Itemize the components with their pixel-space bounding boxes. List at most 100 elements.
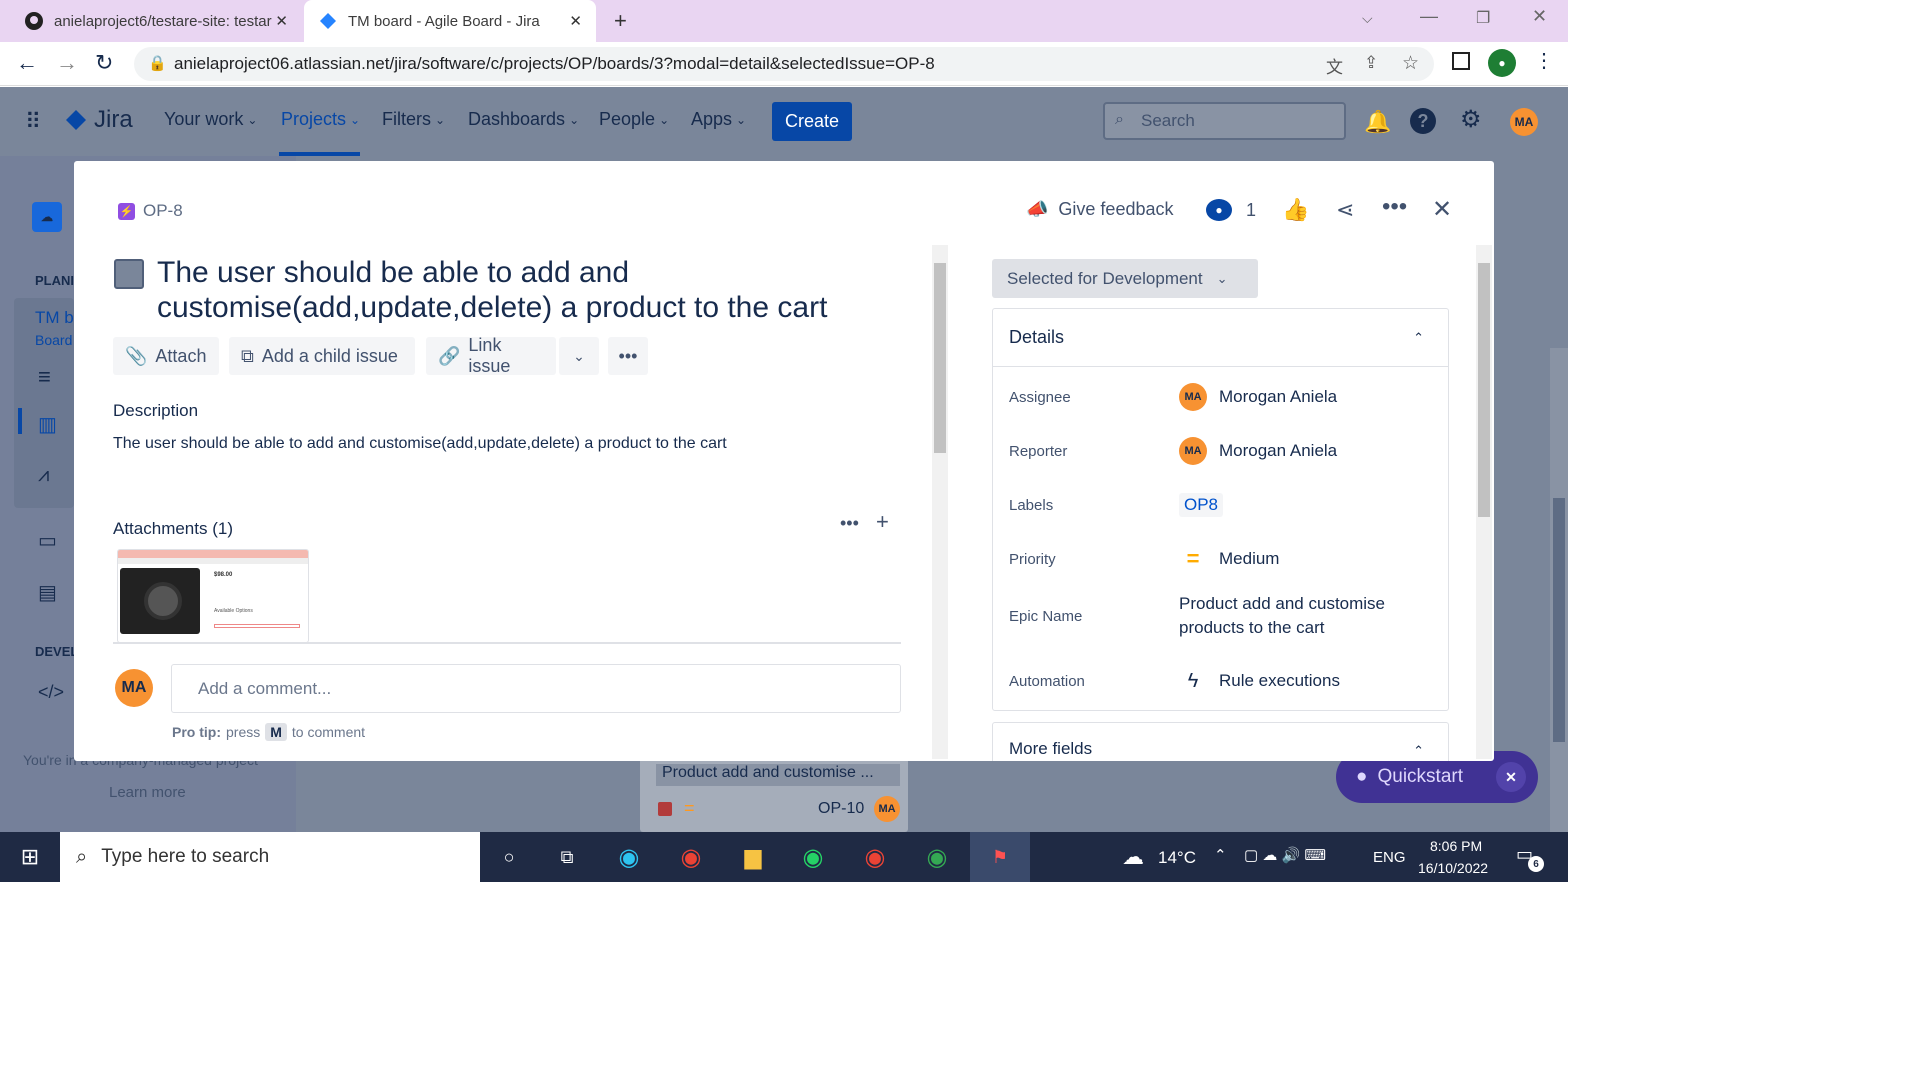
thumb-price: $98.00 (214, 572, 233, 578)
nav-filters[interactable]: Filters ⌄ (382, 109, 445, 130)
nav-dashboards[interactable]: Dashboards ⌄ (468, 109, 579, 130)
reload-icon[interactable]: ↻ (95, 50, 113, 76)
more-fields-header[interactable]: More fields ⌃ (992, 722, 1449, 761)
whatsapp-icon[interactable]: ◉ (798, 842, 828, 872)
menu-icon[interactable]: ⋮ (1534, 48, 1554, 73)
share-icon[interactable]: ⇪ (1364, 53, 1378, 73)
language[interactable]: ENG (1373, 849, 1406, 866)
file-explorer-icon[interactable]: ▆ (738, 842, 768, 872)
edge-icon[interactable]: ◉ (614, 842, 644, 872)
link-issue-button[interactable]: 🔗 Link issue (426, 335, 556, 376)
tab-jira[interactable]: TM board - Agile Board - Jira ✕ (304, 0, 596, 42)
task-view-icon[interactable]: ⧉ (552, 842, 582, 872)
project-name[interactable]: TM b (35, 308, 74, 328)
notifications-icon[interactable]: 🔔 (1364, 109, 1391, 135)
chevron-down-icon[interactable]: ⌵ (1362, 10, 1373, 27)
nav-projects[interactable]: Projects ⌄ (281, 109, 360, 130)
add-child-issue-button[interactable]: ⧉ Add a child issue (229, 337, 415, 375)
comment-input[interactable]: Add a comment... (171, 664, 901, 713)
priority-text: Medium (1219, 549, 1280, 568)
issue-key: OP-8 (143, 201, 183, 220)
url-input[interactable]: 🔒 anielaproject06.atlassian.net/jira/sof… (134, 47, 1434, 81)
weather-icon[interactable]: ☁ (1118, 842, 1148, 872)
attach-button[interactable]: 📎 Attach (113, 337, 219, 375)
issue-title[interactable]: The user should be able to add and custo… (157, 255, 857, 325)
notifications-center[interactable]: ▭ 6 (1516, 844, 1544, 872)
issues-icon[interactable]: ▭ (38, 528, 57, 553)
user-avatar[interactable]: MA (1510, 108, 1538, 136)
clock-time[interactable]: 8:06 PM (1430, 838, 1482, 854)
close-icon[interactable]: ✕ (569, 12, 582, 30)
sidepanel-icon[interactable] (1452, 52, 1470, 70)
page-scrollbar[interactable] (1550, 348, 1568, 832)
details-scrollbar[interactable] (1476, 245, 1492, 759)
forward-icon[interactable]: → (56, 50, 78, 76)
taskbar-search-input[interactable]: ⌕ Type here to search (60, 832, 480, 882)
bug-icon (658, 802, 672, 816)
cortana-icon[interactable]: ○ (494, 842, 524, 872)
board-card[interactable]: Product add and customise ... = OP-10 MA (640, 756, 908, 832)
watch-button[interactable]: ● 1 (1206, 199, 1256, 221)
reports-icon[interactable]: ⩘ (38, 464, 49, 487)
assignee-value[interactable]: MA Morogan Aniela (1179, 383, 1337, 411)
clock-date[interactable]: 16/10/2022 (1418, 860, 1488, 876)
star-icon[interactable]: ☆ (1402, 52, 1419, 75)
chrome-icon[interactable]: ◉ (676, 842, 706, 872)
automation-value[interactable]: ϟ Rule executions (1179, 670, 1340, 693)
share-icon[interactable]: ⋖ (1336, 197, 1354, 223)
main-scrollbar[interactable] (932, 245, 948, 759)
issue-key-breadcrumb[interactable]: ⚡ OP-8 (118, 201, 183, 221)
help-icon[interactable]: ? (1410, 108, 1436, 134)
tray-chevron-icon[interactable]: ⌃ (1214, 846, 1227, 864)
code-icon[interactable]: </> (38, 682, 64, 703)
attachment-thumbnail[interactable]: $98.00 Available Options (117, 549, 309, 643)
tab-title: TM board - Agile Board - Jira (348, 12, 540, 30)
priority-medium-icon: = (684, 798, 695, 818)
chrome-profile-icon[interactable]: ◉ (860, 842, 890, 872)
link-dropdown-button[interactable]: ⌄ (559, 337, 599, 375)
restore-icon[interactable]: ❐ (1476, 8, 1490, 28)
active-indicator (18, 408, 22, 434)
nav-people[interactable]: People ⌄ (599, 109, 669, 130)
close-icon[interactable]: ✕ (1496, 762, 1526, 792)
label-tag[interactable]: OP8 (1179, 493, 1224, 517)
jira-logo[interactable]: Jira (64, 106, 133, 134)
window-close-icon[interactable]: ✕ (1532, 6, 1547, 27)
translate-icon[interactable]: ⽂ (1326, 53, 1343, 78)
windows-start-icon[interactable]: ⊞ (15, 842, 45, 872)
nav-your-work[interactable]: Your work ⌄ (164, 109, 257, 130)
profile-icon[interactable]: ● (1488, 49, 1516, 77)
details-header[interactable]: Details ⌃ (993, 309, 1448, 367)
timeline-icon[interactable]: ≡ (38, 364, 51, 390)
search-input[interactable]: ⌕ Search (1103, 102, 1346, 140)
add-attachment-icon[interactable]: + (876, 509, 889, 535)
thumbs-up-icon[interactable]: 👍 (1282, 197, 1309, 223)
learn-more-link[interactable]: Learn more (109, 784, 186, 801)
more-button[interactable]: ••• (608, 337, 648, 375)
active-app-highlight[interactable]: ⚑ (970, 832, 1030, 882)
issue-type-placeholder-icon (114, 259, 144, 289)
create-button[interactable]: Create (772, 102, 852, 141)
reporter-value[interactable]: MA Morogan Aniela (1179, 437, 1337, 465)
new-tab-icon[interactable]: + (614, 8, 627, 34)
status-dropdown[interactable]: Selected for Development ⌄ (992, 259, 1258, 298)
tray-icons[interactable]: ▢ ☁ 🔊 ⌨ (1244, 846, 1326, 864)
back-icon[interactable]: ← (16, 50, 38, 76)
give-feedback-button[interactable]: 📣 Give feedback (1026, 199, 1174, 220)
settings-icon[interactable]: ⚙ (1460, 105, 1482, 134)
priority-value[interactable]: = Medium (1179, 546, 1280, 572)
tab-github[interactable]: anielaproject6/testare-site: testar ✕ (10, 0, 302, 42)
app-switcher-icon[interactable]: ⠿ (25, 109, 41, 135)
more-actions-icon[interactable]: ••• (1382, 193, 1407, 221)
chrome-active-icon[interactable]: ◉ (922, 842, 952, 872)
minimize-icon[interactable]: — (1420, 6, 1438, 27)
close-icon[interactable]: ✕ (1432, 195, 1452, 224)
nav-apps[interactable]: Apps ⌄ (691, 109, 746, 130)
description-text[interactable]: The user should be able to add and custo… (113, 435, 727, 453)
close-icon[interactable]: ✕ (275, 12, 288, 30)
divider (113, 642, 901, 644)
releases-icon[interactable]: ▤ (38, 580, 57, 605)
board-icon[interactable]: ▥ (38, 412, 57, 437)
epic-value[interactable]: Product add and customise products to th… (1179, 592, 1419, 640)
attachments-more-icon[interactable]: ••• (840, 513, 859, 534)
